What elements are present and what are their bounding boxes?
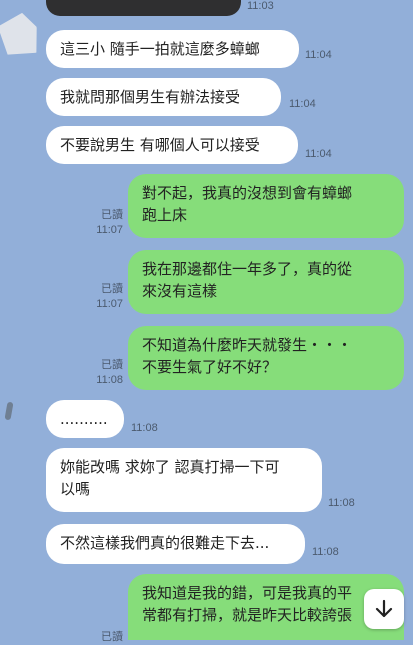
outgoing-message[interactable]: 我知道是我的錯，可是我真的平 常都有打掃，就是昨天比較誇張 <box>128 574 404 640</box>
message-time: 11:08 <box>131 422 158 434</box>
message-time: 11:04 <box>305 148 332 160</box>
read-receipt: 已讀 11:07 <box>83 208 123 238</box>
read-label: 已讀 <box>101 209 123 221</box>
scroll-to-bottom-button[interactable] <box>364 589 404 629</box>
incoming-message[interactable]: 我就問那個男生有辦法接受 <box>46 78 281 116</box>
arrow-down-icon <box>375 599 393 618</box>
background-flake <box>4 401 14 421</box>
read-receipt: 已讀 <box>83 630 123 645</box>
incoming-message[interactable]: 不要說男生 有哪個人可以接受 <box>46 126 298 164</box>
shared-image-preview[interactable] <box>46 0 241 16</box>
message-time: 11:07 <box>96 298 123 310</box>
read-label: 已讀 <box>101 283 123 295</box>
read-receipt: 已讀 11:07 <box>83 282 123 312</box>
message-time: 11:08 <box>312 546 339 558</box>
incoming-message[interactable]: 妳能改嗎 求妳了 認真打掃一下可 以嗎 <box>46 448 322 512</box>
incoming-message[interactable]: 這三小 隨手一拍就這麼多蟑螂 <box>46 30 299 68</box>
outgoing-message[interactable]: 我在那邊都住一年多了，真的從 來沒有這樣 <box>128 250 404 314</box>
message-time: 11:04 <box>289 98 316 110</box>
message-time: 11:04 <box>305 49 332 61</box>
incoming-message[interactable]: .......... <box>46 400 124 438</box>
background-paper-scrap <box>0 11 42 60</box>
message-time: 11:08 <box>328 497 355 509</box>
read-label: 已讀 <box>101 359 123 371</box>
message-time: 11:07 <box>96 224 123 236</box>
message-time: 11:08 <box>96 374 123 386</box>
outgoing-message[interactable]: 不知道為什麼昨天就發生・・・ 不要生氣了好不好？ <box>128 326 404 390</box>
incoming-message[interactable]: 不然這樣我們真的很難走下去... <box>46 524 305 564</box>
read-receipt: 已讀 11:08 <box>83 358 123 388</box>
outgoing-message[interactable]: 對不起，我真的沒想到會有蟑螂 跑上床 <box>128 174 404 238</box>
message-time: 11:03 <box>247 0 274 12</box>
read-label: 已讀 <box>101 631 123 643</box>
